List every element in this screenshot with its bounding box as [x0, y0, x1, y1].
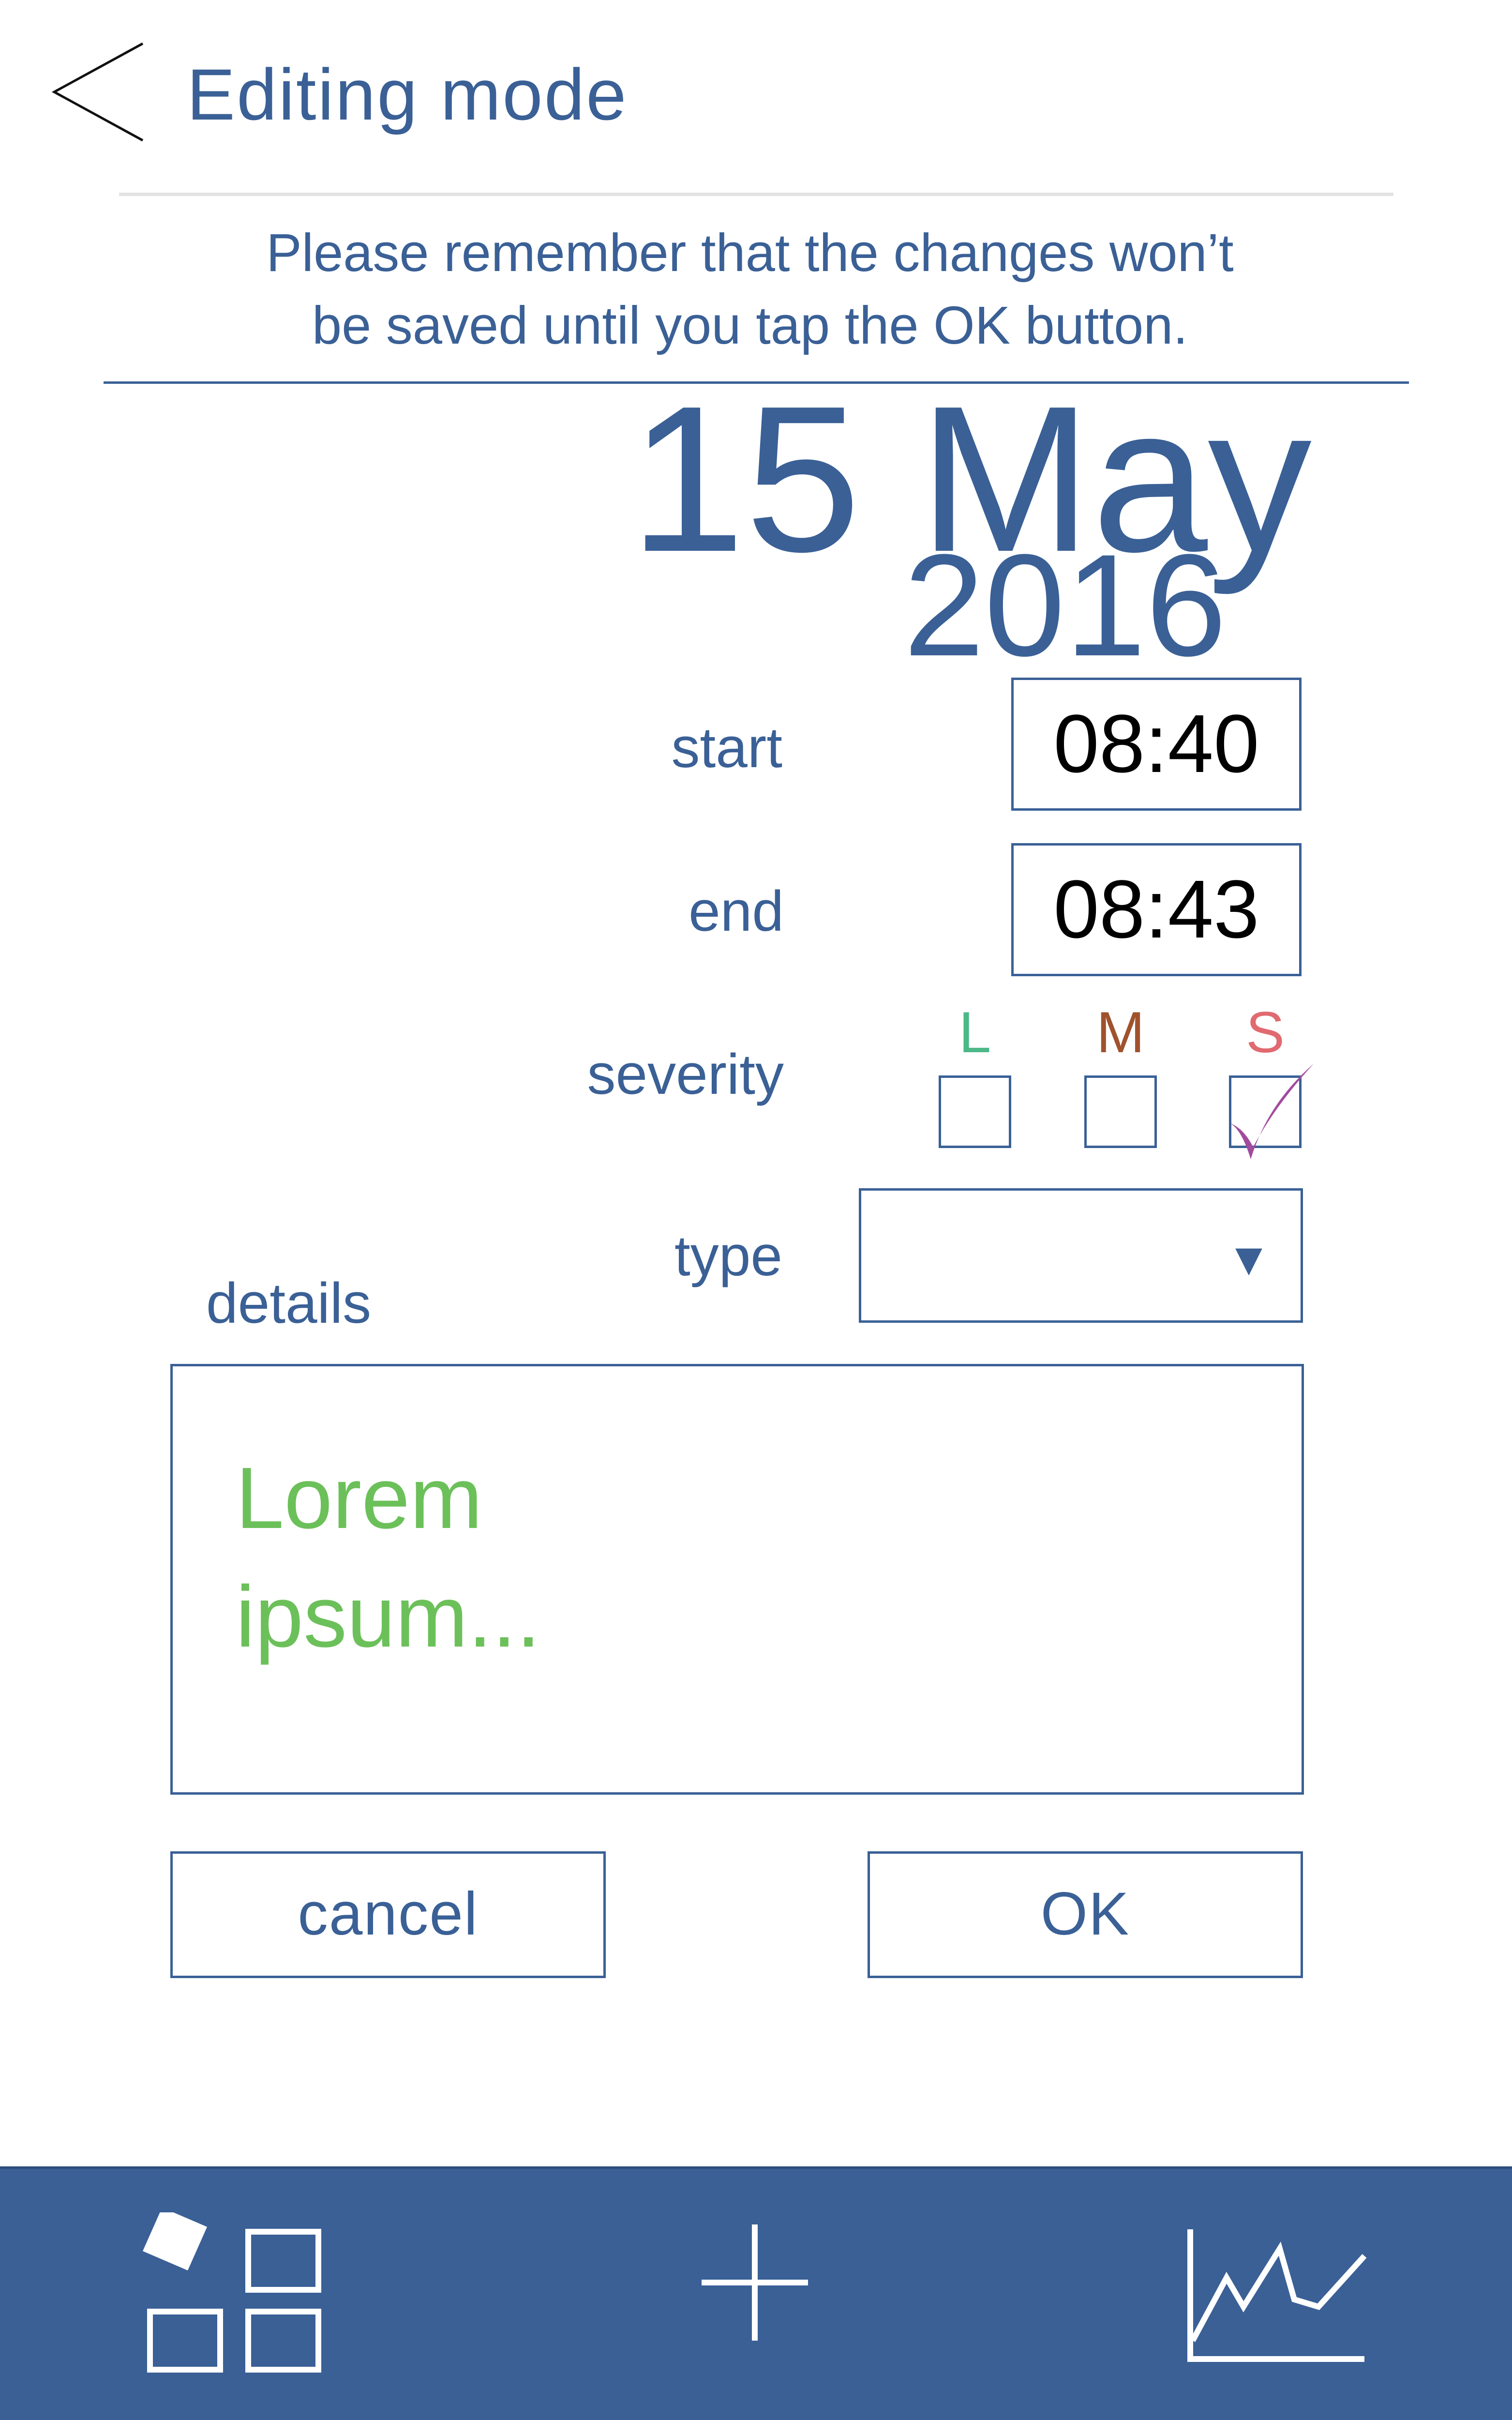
bottom-navbar: [0, 2166, 1512, 2420]
cancel-button[interactable]: cancel: [170, 1851, 606, 1978]
severity-letter-severe: S: [1245, 1000, 1285, 1065]
start-time-field[interactable]: 08:40: [1011, 678, 1302, 811]
nav-stats-button[interactable]: [1185, 2229, 1369, 2367]
severity-letter-low: L: [958, 1000, 991, 1065]
severity-label: severity: [587, 1043, 784, 1106]
details-text-line-2: ipsum...: [236, 1568, 541, 1665]
start-label: start: [671, 716, 783, 780]
line-chart-icon: [1187, 2229, 1367, 2362]
nav-add-button[interactable]: [697, 2220, 813, 2348]
type-select[interactable]: ▼: [859, 1188, 1303, 1323]
add-icon: [702, 2224, 808, 2341]
date-year: 2016: [903, 524, 1227, 686]
end-time-field[interactable]: 08:43: [1011, 843, 1302, 976]
type-label: type: [674, 1224, 782, 1288]
header-divider: [119, 193, 1393, 196]
severity-checkbox-medium[interactable]: [1084, 1075, 1157, 1148]
severity-letter-medium: M: [1096, 1000, 1145, 1065]
end-label: end: [689, 879, 784, 943]
ok-button[interactable]: OK: [868, 1851, 1303, 1978]
checkmark-icon: [1229, 1064, 1314, 1159]
dashboard-icon: [143, 2208, 321, 2373]
caret-down-icon: ▼: [1226, 1234, 1272, 1285]
page-title: Editing mode: [187, 54, 628, 135]
chevron-left-icon: [51, 42, 144, 142]
severity-checkbox-low[interactable]: [939, 1075, 1011, 1148]
save-notice: Please remember that the changes won’t b…: [97, 217, 1403, 362]
details-text-line-1: Lorem: [236, 1450, 483, 1547]
details-label: details: [206, 1271, 372, 1335]
back-button[interactable]: [48, 34, 155, 150]
save-notice-line-2: be saved until you tap the OK button.: [312, 296, 1188, 355]
save-notice-line-1: Please remember that the changes won’t: [266, 223, 1234, 283]
details-textarea[interactable]: Lorem ipsum...: [170, 1364, 1304, 1795]
nav-dashboard-button[interactable]: [135, 2208, 329, 2384]
